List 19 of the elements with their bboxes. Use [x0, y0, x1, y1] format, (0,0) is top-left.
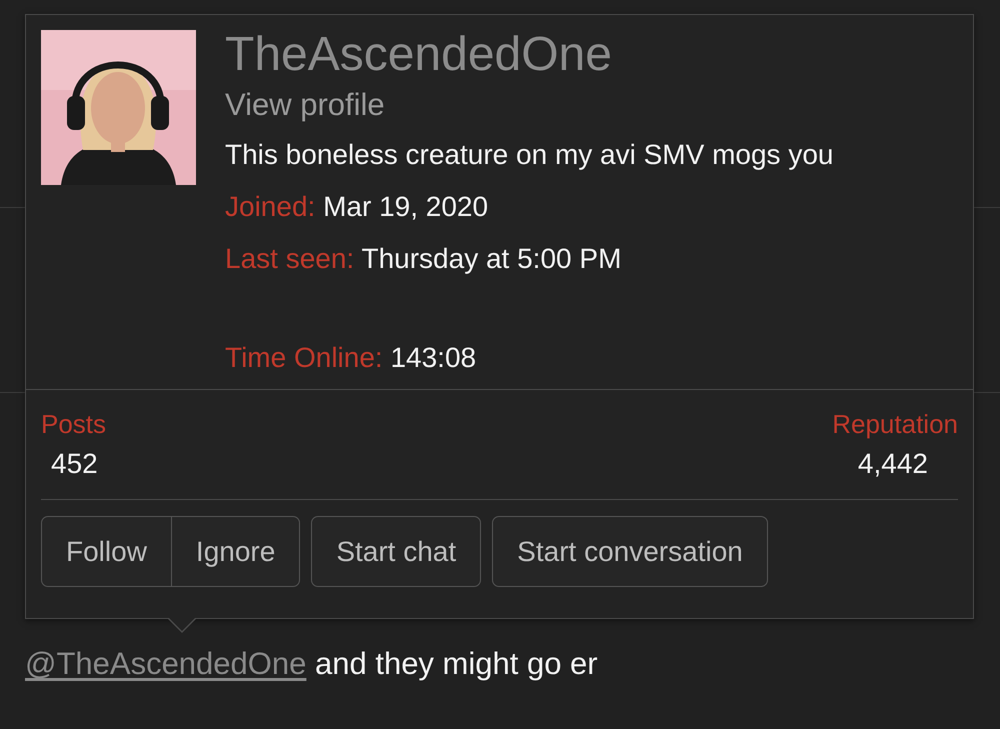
bio-text: This boneless creature on my avi SMV mogs you	[225, 138, 834, 172]
post-text: @TheAscendedOne and they might go er	[25, 646, 599, 682]
detail-label: Joined:	[225, 191, 316, 222]
stat-value: 452	[50, 447, 99, 481]
toggle-button[interactable]: Follow	[41, 516, 172, 587]
detail-value: 143:08	[390, 342, 476, 373]
detail-value: Thursday at 5:00 PM	[361, 243, 622, 274]
stat-label: Posts	[41, 408, 108, 441]
view-profile-link[interactable]: View profile	[225, 83, 834, 127]
stat-value: 4,442	[856, 447, 929, 481]
username[interactable]: TheAscendedOne	[225, 30, 834, 80]
detail-label: Last seen:	[225, 243, 354, 274]
mention-link[interactable]: @TheAscendedOne	[25, 646, 306, 681]
stat-label: Reputation	[832, 408, 958, 441]
action-button[interactable]: Start conversation	[492, 516, 768, 587]
toggle-button[interactable]: Ignore	[172, 516, 300, 587]
detail-label: Time Online:	[225, 342, 383, 373]
detail-value: Mar 19, 2020	[323, 191, 488, 222]
action-button[interactable]: Start chat	[311, 516, 482, 587]
